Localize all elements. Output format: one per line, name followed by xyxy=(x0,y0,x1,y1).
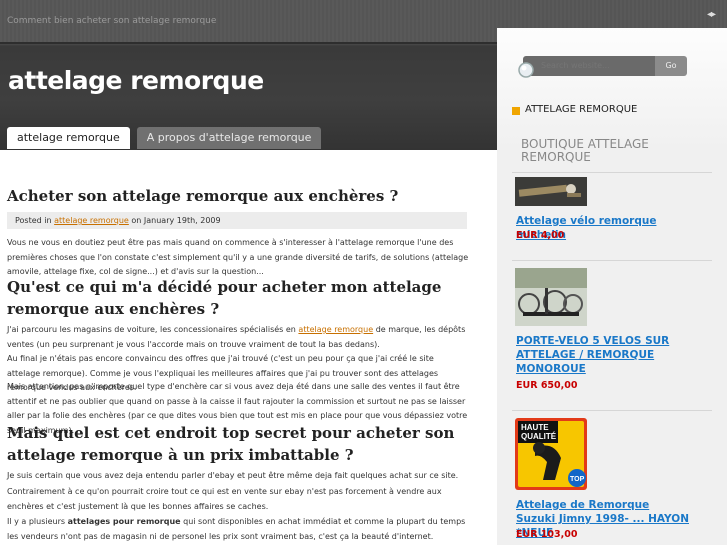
product-link[interactable]: PORTE-VELO 5 VELOS SUR ATTELAGE / REMORQ… xyxy=(516,334,691,376)
widget-bullet-icon xyxy=(512,107,520,115)
site-tagline: Comment bien acheter son attelage remorq… xyxy=(7,16,217,26)
product-image-bike-hitch[interactable] xyxy=(515,177,587,206)
post-paragraph-6: Contrairement à ce qu'on pourrait croire… xyxy=(7,487,442,511)
post-heading-2: Mais quel est cet endroit top secret pou… xyxy=(7,424,455,464)
badge-text-2: QUALITÉ xyxy=(521,432,557,441)
post-meta: Posted in attelage remorque on January 1… xyxy=(7,212,467,229)
post-paragraph-2: J'ai parcouru les magasins de voiture, l… xyxy=(7,323,469,352)
p7-bold: attelages pour remorque xyxy=(67,517,181,526)
search-go-button[interactable]: Go xyxy=(655,56,687,76)
p2-link[interactable]: attelage remorque xyxy=(298,325,373,334)
sidebar-search-area xyxy=(497,28,727,150)
site-title[interactable]: attelage remorque xyxy=(8,66,264,95)
search-icon xyxy=(518,62,534,78)
sidebar: Go ATTELAGE REMORQUE BOUTIQUE ATTELAGE R… xyxy=(497,28,727,545)
product-price: EUR 4,00 xyxy=(516,230,565,241)
search-input[interactable] xyxy=(523,56,655,76)
product-divider xyxy=(512,410,712,411)
p7-text-before: Il y a plusieurs xyxy=(7,517,66,526)
p2-text-before: J'ai parcouru les magasins de voiture, l… xyxy=(7,325,296,334)
product-image-bike-rack[interactable] xyxy=(515,268,587,326)
post-paragraph-7: Il y a plusieurs attelages pour remorque… xyxy=(7,515,469,544)
main-nav: attelage remorque A propos d'attelage re… xyxy=(7,127,322,149)
tab-attelage-remorque[interactable]: attelage remorque xyxy=(7,127,130,149)
product-divider xyxy=(512,172,712,173)
widget-title: ATTELAGE REMORQUE xyxy=(525,104,638,115)
post-heading-1: Qu'est ce qui m'a décidé pour acheter mo… xyxy=(7,278,442,318)
main-content: Acheter son attelage remorque aux enchèr… xyxy=(0,150,497,545)
slider-arrows-icon[interactable]: ◂▸ xyxy=(707,9,716,20)
product-price: EUR 103,00 xyxy=(516,529,578,540)
product-image-tow-hitch[interactable]: HAUTE QUALITÉ TOP xyxy=(515,418,587,490)
meta-prefix: Posted in xyxy=(15,216,52,225)
post-title[interactable]: Acheter son attelage remorque aux enchèr… xyxy=(7,187,477,205)
badge-top: TOP xyxy=(570,476,585,483)
product-price: EUR 650,00 xyxy=(516,380,578,391)
post-paragraph-5: Je suis certain que vous avez deja enten… xyxy=(7,471,459,480)
tab-a-propos[interactable]: A propos d'attelage remorque xyxy=(136,127,322,149)
product-divider xyxy=(512,260,712,261)
meta-category-link[interactable]: attelage remorque xyxy=(54,216,129,225)
badge-text-1: HAUTE xyxy=(521,423,549,432)
boutique-heading: BOUTIQUE ATTELAGE REMORQUE xyxy=(521,137,649,164)
meta-date: on January 19th, 2009 xyxy=(131,216,221,225)
post-intro: Vous ne vous en doutiez peut être pas ma… xyxy=(7,238,469,276)
